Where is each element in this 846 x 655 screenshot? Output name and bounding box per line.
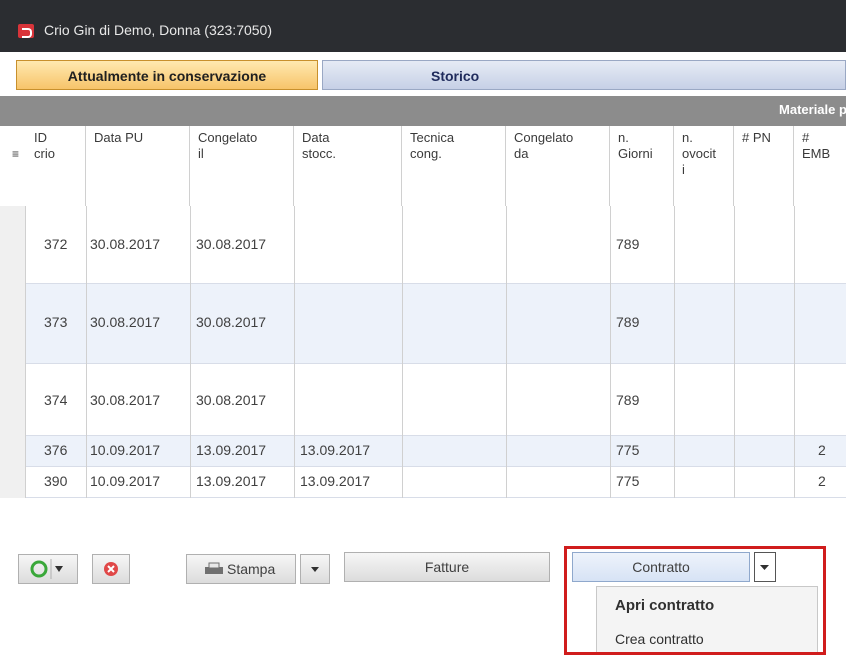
cell-giorni: 775 (616, 442, 640, 458)
sort-icon[interactable]: ≡ (12, 147, 19, 161)
app-icon (18, 24, 34, 38)
column-header-id[interactable]: ID crio (26, 126, 86, 206)
grid-line (794, 206, 795, 498)
stampa-label: Stampa (227, 561, 276, 577)
window-title: Crio Gin di Demo, Donna (323:7050) (44, 22, 273, 38)
cryo-table: ID crio ≡ Data PU Congelato il Data stoc… (0, 126, 846, 526)
grid-line (610, 206, 611, 498)
table-row[interactable]: ▸ 376 10.09.2017 13.09.2017 13.09.2017 7… (0, 436, 846, 467)
grid-line (674, 206, 675, 498)
delete-button[interactable] (92, 554, 130, 584)
cell-emb: 2 (818, 442, 826, 458)
chevron-down-icon (311, 567, 319, 572)
grid-line (86, 206, 87, 498)
table-row[interactable]: 373 30.08.2017 30.08.2017 789 (0, 284, 846, 364)
refresh-icon (30, 559, 63, 579)
tab-storico[interactable]: Storico (322, 60, 846, 90)
cell-data-pu: 30.08.2017 (90, 392, 161, 408)
column-header-giorni[interactable]: n. Giorni (610, 126, 674, 206)
column-header-congelato-il[interactable]: Congelato il (190, 126, 294, 206)
table-row[interactable]: 390 10.09.2017 13.09.2017 13.09.2017 775… (0, 467, 846, 498)
cell-data-pu: 10.09.2017 (90, 442, 161, 458)
table-row[interactable]: 372 30.08.2017 30.08.2017 789 (0, 206, 846, 284)
cell-data-stocc: 13.09.2017 (300, 473, 371, 489)
column-header-tecnica[interactable]: Tecnica cong. (402, 126, 506, 206)
cell-data-pu: 30.08.2017 (90, 236, 161, 252)
cell-id: 372 (44, 236, 68, 252)
tab-storico-label: Storico (431, 68, 480, 84)
grid-line (294, 206, 295, 498)
cell-congelato-il: 30.08.2017 (196, 314, 267, 330)
cell-id: 376 (44, 442, 68, 458)
cell-giorni: 789 (616, 236, 640, 252)
cell-data-stocc: 13.09.2017 (300, 442, 371, 458)
cell-giorni: 775 (616, 473, 640, 489)
highlight-box (564, 546, 826, 655)
stampa-dropdown-button[interactable] (300, 554, 330, 584)
table-row[interactable]: 374 30.08.2017 30.08.2017 789 (0, 364, 846, 436)
delete-icon (104, 562, 118, 576)
grid-line (734, 206, 735, 498)
column-header-data-pu[interactable]: Data PU (86, 126, 190, 206)
refresh-button[interactable] (18, 554, 78, 584)
cell-id: 373 (44, 314, 68, 330)
tab-bar: Attualmente in conservazione Storico (0, 52, 846, 96)
cell-congelato-il: 30.08.2017 (196, 392, 267, 408)
title-bar: Crio Gin di Demo, Donna (323:7050) (0, 0, 846, 52)
printer-icon (205, 562, 223, 574)
column-header-data-stocc[interactable]: Data stocc. (294, 126, 402, 206)
grid-line (506, 206, 507, 498)
tab-attualmente[interactable]: Attualmente in conservazione (16, 60, 318, 90)
cell-giorni: 789 (616, 314, 640, 330)
column-header-congelato-da[interactable]: Congelato da (506, 126, 610, 206)
grid-line (402, 206, 403, 498)
cell-data-pu: 30.08.2017 (90, 314, 161, 330)
cell-emb: 2 (818, 473, 826, 489)
cell-congelato-il: 13.09.2017 (196, 473, 267, 489)
stampa-button[interactable]: Stampa (186, 554, 296, 584)
grid-line (190, 206, 191, 498)
cell-congelato-il: 13.09.2017 (196, 442, 267, 458)
column-header-emb[interactable]: # EMB (794, 126, 846, 206)
fatture-button[interactable]: Fatture (344, 552, 550, 582)
cell-id: 374 (44, 392, 68, 408)
column-header-pn[interactable]: # PN (734, 126, 794, 206)
section-header-bar: Materiale pr (0, 96, 846, 126)
cell-giorni: 789 (616, 392, 640, 408)
column-header-ovociti[interactable]: n. ovocit i (674, 126, 734, 206)
row-selector-column[interactable] (0, 206, 26, 498)
cell-id: 390 (44, 473, 68, 489)
cell-data-pu: 10.09.2017 (90, 473, 161, 489)
section-header: Materiale pr (779, 102, 846, 117)
cell-congelato-il: 30.08.2017 (196, 236, 267, 252)
